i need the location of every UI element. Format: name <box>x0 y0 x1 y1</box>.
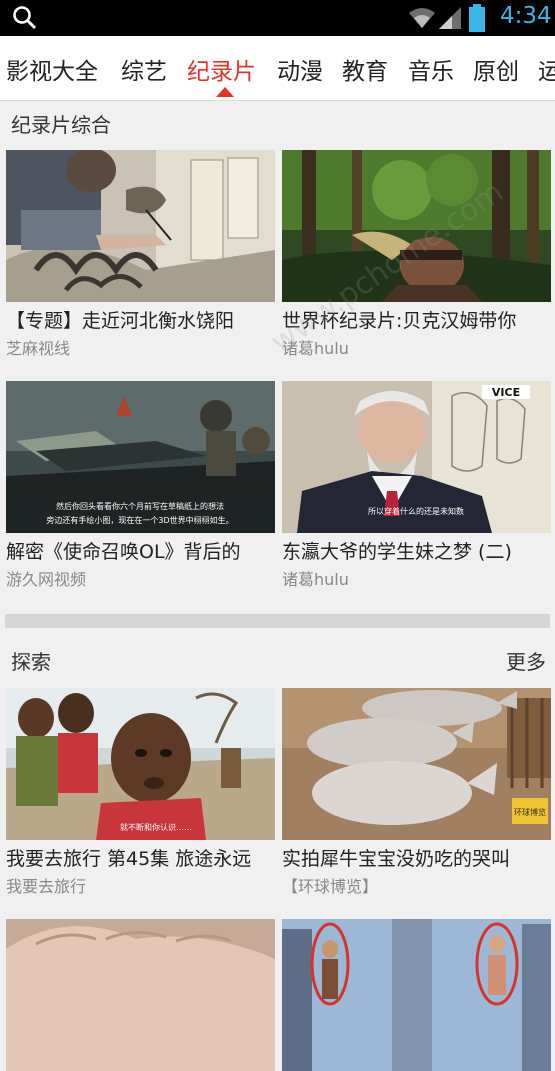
channel-logo: 环球博览 <box>514 807 546 817</box>
video-title[interactable]: 实拍犀牛宝宝没奶吃的哭叫 <box>282 844 551 871</box>
tab-movies-tv[interactable]: 影视大全 <box>6 52 98 86</box>
signal-icon <box>438 6 462 34</box>
video-source: 芝麻视线 <box>6 339 71 358</box>
video-thumbnail[interactable] <box>6 150 275 302</box>
battery-icon <box>468 4 486 36</box>
video-thumbnail[interactable]: 就不断和你认识…… <box>6 688 275 840</box>
tab-variety[interactable]: 综艺 <box>121 52 167 86</box>
video-title[interactable]: 东瀛大爷的学生妹之梦 (二) <box>282 537 551 564</box>
tab-education[interactable]: 教育 <box>342 52 388 86</box>
wifi-icon <box>408 6 436 34</box>
search-icon[interactable] <box>12 5 38 35</box>
video-thumbnail[interactable] <box>282 919 551 1071</box>
clock: 4:34 <box>500 3 552 29</box>
more-link[interactable]: 更多 <box>506 646 546 675</box>
video-thumbnail[interactable]: 环球博览 <box>282 688 551 840</box>
subtitle-line-1: 然后你回头看看你六个月前写在草稿纸上的想法 <box>56 501 224 511</box>
subtitle-line: 就不断和你认识…… <box>120 822 192 832</box>
video-source: 诸葛hulu <box>282 570 349 589</box>
video-thumbnail[interactable]: VICE 所以穿着什么的还是未知数 <box>282 381 551 533</box>
video-title[interactable]: 【专题】走近河北衡水饶阳 <box>6 306 275 333</box>
section-header-documentary: 纪录片综合 <box>0 101 555 145</box>
subtitle-line-2: 旁边还有手绘小图，现在在一个3D世界中栩栩如生。 <box>46 515 233 525</box>
active-tab-indicator <box>216 87 234 97</box>
video-source: 游久网视频 <box>6 570 87 589</box>
video-title[interactable]: 解密《使命召唤OL》背后的 <box>6 537 275 564</box>
video-source: 【环球博览】 <box>282 877 379 896</box>
tab-anime[interactable]: 动漫 <box>277 52 323 86</box>
section-header-explore: 探索 更多 <box>0 638 555 682</box>
tab-sports-partial[interactable]: 运 <box>538 52 555 86</box>
tab-documentary[interactable]: 纪录片 <box>187 52 256 86</box>
section-title: 探索 <box>11 650 51 674</box>
tab-music[interactable]: 音乐 <box>408 52 454 86</box>
section-title: 纪录片综合 <box>11 113 111 137</box>
subtitle-line: 所以穿着什么的还是未知数 <box>368 506 464 516</box>
video-source: 我要去旅行 <box>6 877 87 896</box>
tab-original[interactable]: 原创 <box>473 52 519 86</box>
section-divider <box>5 614 550 628</box>
status-bar: 4:34 <box>0 0 555 36</box>
video-thumbnail[interactable]: 然后你回头看看你六个月前写在草稿纸上的想法 旁边还有手绘小图，现在在一个3D世界… <box>6 381 275 533</box>
video-thumbnail[interactable] <box>6 919 275 1071</box>
video-title[interactable]: 我要去旅行 第45集 旅途永远 <box>6 844 275 871</box>
category-tab-bar: 影视大全 综艺 纪录片 动漫 教育 音乐 原创 运 <box>0 36 555 101</box>
vice-logo: VICE <box>492 386 520 399</box>
